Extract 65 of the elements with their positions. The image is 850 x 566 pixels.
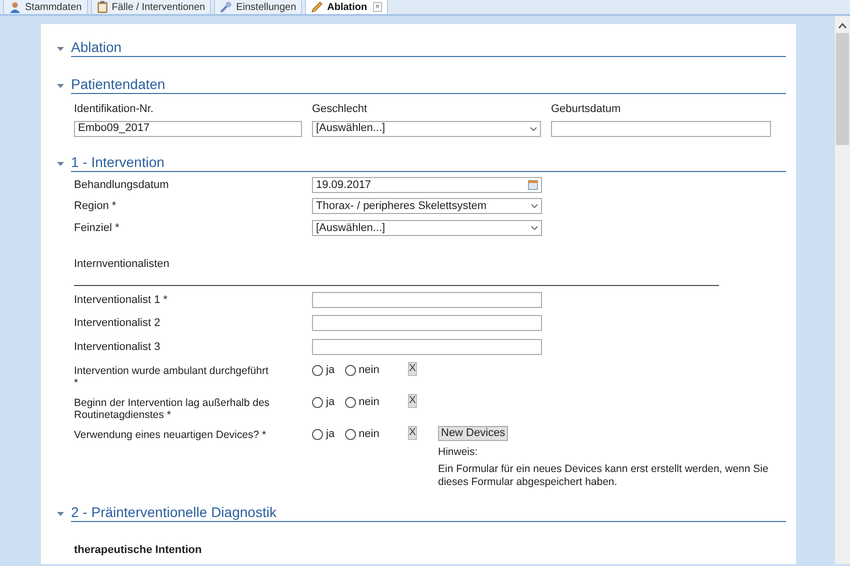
field-label: Interventionalist 2 [74,316,162,331]
field-label: Identifikation-Nr. [74,102,154,117]
radio-option[interactable]: nein [344,394,380,410]
scrollbar[interactable] [835,16,850,564]
collapse-icon[interactable] [57,84,64,88]
radio-option[interactable]: ja [312,362,335,378]
subheading: therapeutische Intention [74,543,203,558]
radio-option[interactable]: ja [312,394,335,410]
input-field[interactable] [312,338,542,355]
radio-button[interactable] [344,396,356,408]
new-devices-button[interactable]: New Devices [438,426,508,441]
date-field[interactable]: 19.09.2017 [312,176,542,193]
calendar-icon[interactable] [528,180,538,190]
tab[interactable]: Stammdaten [3,0,88,14]
scroll-up-icon[interactable] [838,22,847,29]
chevron-down-icon [531,204,538,208]
radio-button[interactable] [312,396,323,408]
question-label: Beginn der Intervention lag außerhalb des Routinetagdienstes * [74,397,271,421]
dropdown[interactable]: [Auswählen...] [312,220,542,236]
field-label: Geschlecht [312,102,368,117]
tab[interactable]: Fälle / Interventionen [90,0,212,14]
pencil-icon [311,1,324,13]
field-label: Geburtsdatum [551,102,622,117]
input-field[interactable]: Embo09_2017 [74,120,302,136]
radio-option[interactable]: nein [344,362,380,378]
field-label: Region * [74,199,118,214]
field-label: Feinziel * [74,220,120,236]
section-heading: 2 - Präinterventionelle Diagnostik [71,503,786,522]
radio-option[interactable]: nein [344,426,380,442]
close-tab-button[interactable]: × [373,2,382,12]
clear-button[interactable]: X [408,362,417,376]
section-heading: Ablation [71,38,786,57]
dropdown[interactable]: [Auswählen...] [312,120,541,136]
tab[interactable]: Ablation × [305,0,388,14]
section-heading: 1 - Intervention [71,152,786,172]
subheading: Internventionalisten [74,256,719,286]
radio-button[interactable] [312,364,323,376]
scroll-thumb[interactable] [836,33,849,145]
tab[interactable]: Einstellungen [214,0,302,14]
field-label: Behandlungsdatum [74,178,170,192]
collapse-icon[interactable] [57,512,64,516]
radio-button[interactable] [344,428,356,440]
chevron-down-icon [531,226,538,230]
radio-button[interactable] [312,428,323,440]
chevron-down-icon [530,126,537,130]
person-icon [9,1,21,13]
collapse-icon[interactable] [57,162,64,166]
input-field[interactable] [312,315,542,332]
question-label: Verwendung eines neuartigen Devices? * [74,429,268,441]
section-heading: Patientendaten [71,75,786,94]
field-label: Interventionalist 1 * [74,292,169,308]
clear-button[interactable]: X [408,394,417,408]
collapse-icon[interactable] [57,47,64,51]
hint-label: Hinweis: [438,444,479,460]
input-field[interactable] [551,120,771,136]
dropdown[interactable]: Thorax- / peripheres Skelettsystem [312,198,542,214]
wrench-icon [220,1,232,13]
field-label: Interventionalist 3 [74,340,162,354]
hint-text: Ein Formular für ein neues Devices kann erst erstellt werden, wenn Sie dieses Formular abgespeichert haben. [438,463,770,490]
clear-button[interactable]: X [408,426,417,440]
input-field[interactable] [312,292,542,308]
radio-option[interactable]: ja [312,426,335,442]
radio-button[interactable] [344,364,356,376]
question-label: Intervention wurde ambulant durchgeführt * [74,365,270,389]
clipboard-icon [96,1,108,13]
